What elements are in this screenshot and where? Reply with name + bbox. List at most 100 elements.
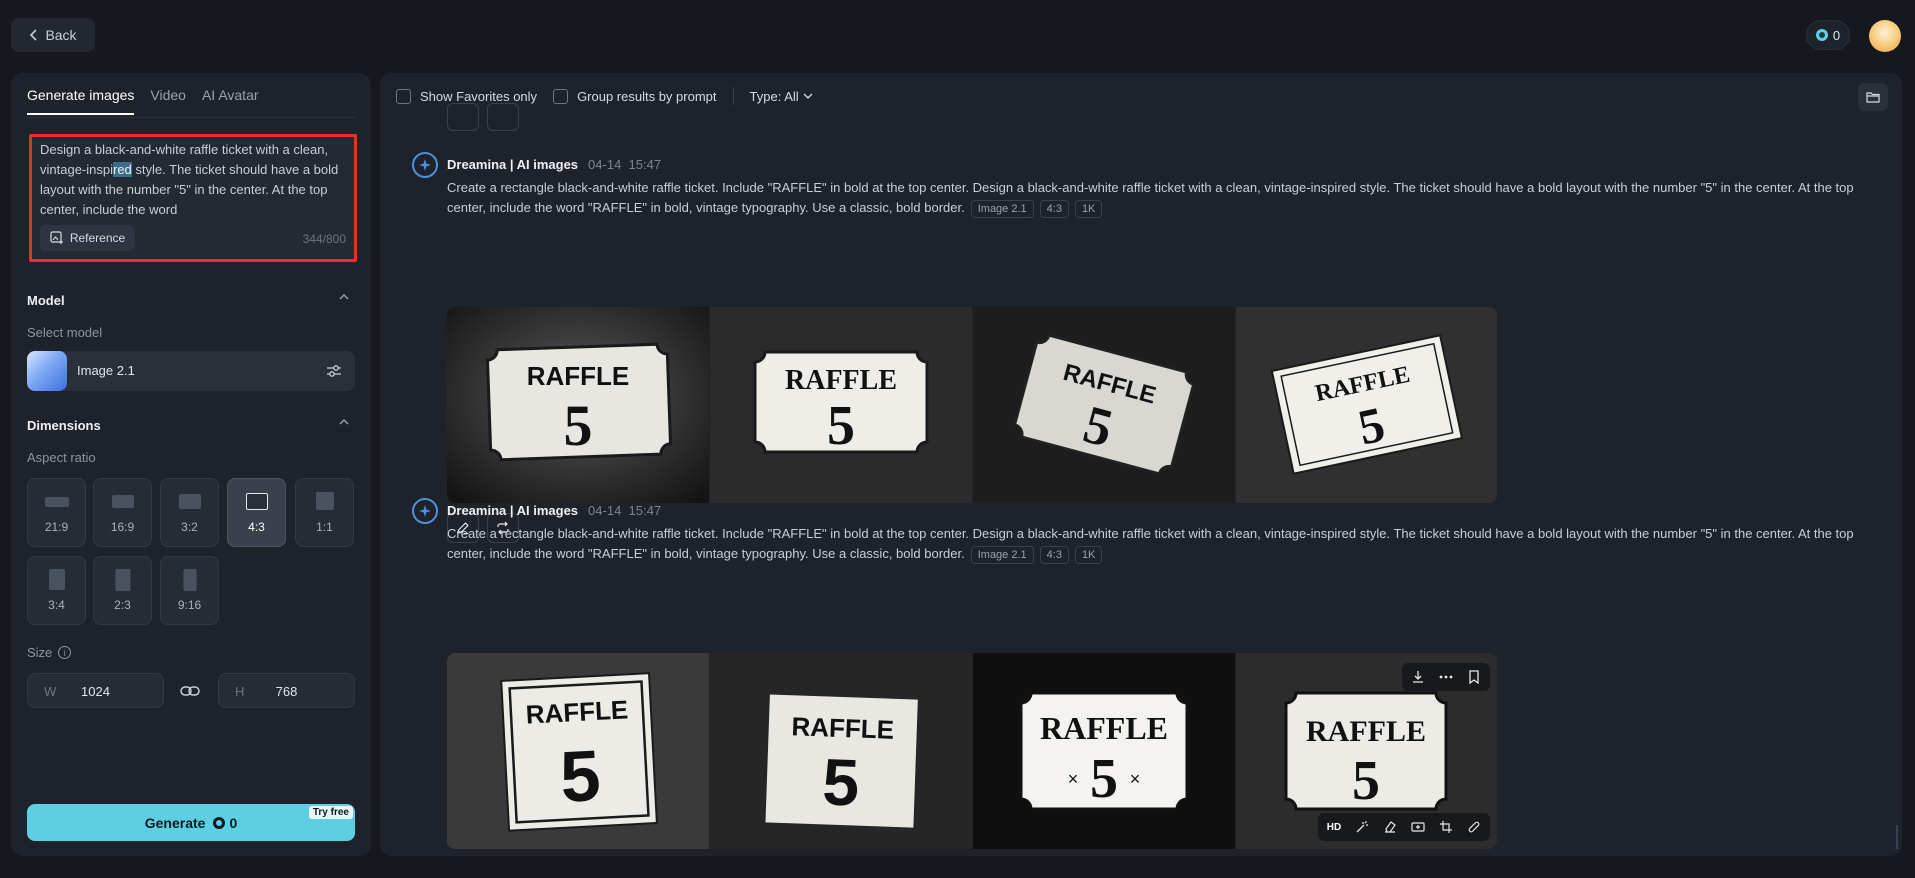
download-icon[interactable] bbox=[1405, 666, 1431, 688]
tag-model[interactable]: Image 2.1 bbox=[970, 546, 1034, 564]
prompt-input[interactable]: Design a black-and-white raffle ticket w… bbox=[29, 134, 357, 262]
generation-sidebar: Generate images Video AI Avatar Design a… bbox=[11, 73, 371, 856]
tag-resolution[interactable]: 1K bbox=[1074, 200, 1103, 218]
reference-label: Reference bbox=[69, 231, 126, 245]
result-image-grid: RAFFLE 5 RAFFLE 5 RAFFLE 5 × × RAFFLE 5 HD bbox=[447, 653, 1497, 849]
tag-ratio[interactable]: 4:3 bbox=[1039, 546, 1069, 564]
divider bbox=[732, 87, 734, 105]
image-tools-toolbar: HD bbox=[1318, 813, 1490, 841]
scrollbar[interactable] bbox=[1896, 825, 1898, 849]
model-select[interactable]: Image 2.1 bbox=[27, 351, 355, 391]
ratio-3-4[interactable]: 3:4 bbox=[27, 556, 86, 625]
type-label: Type: All bbox=[749, 88, 799, 104]
action-button[interactable] bbox=[487, 103, 519, 131]
width-value[interactable]: 1024 bbox=[28, 684, 163, 699]
result-prompt: Create a rectangle black-and-white raffl… bbox=[447, 524, 1887, 564]
checkbox-box bbox=[553, 88, 569, 104]
tab-ai-avatar[interactable]: AI Avatar bbox=[202, 87, 259, 115]
size-label: Size bbox=[27, 645, 53, 660]
folder-button[interactable] bbox=[1858, 83, 1888, 111]
svg-text:5: 5 bbox=[821, 744, 860, 819]
ratio-2-3[interactable]: 2:3 bbox=[93, 556, 152, 625]
tag-resolution[interactable]: 1K bbox=[1074, 546, 1103, 564]
svg-text:5: 5 bbox=[564, 393, 593, 458]
height-field[interactable]: H 768 bbox=[218, 673, 355, 708]
result-image[interactable]: RAFFLE 5 bbox=[710, 307, 972, 503]
credits-badge[interactable]: 0 bbox=[1806, 20, 1850, 50]
tab-video[interactable]: Video bbox=[150, 87, 186, 115]
model-thumbnail bbox=[27, 351, 67, 391]
action-button[interactable] bbox=[447, 103, 479, 131]
svg-text:×: × bbox=[1130, 769, 1141, 789]
tabs-divider bbox=[27, 117, 355, 118]
ratio-shape-9-16 bbox=[183, 569, 196, 591]
credit-coin-icon bbox=[1815, 29, 1828, 41]
svg-text:RAFFLE: RAFFLE bbox=[785, 365, 897, 396]
image-add-icon bbox=[50, 231, 63, 244]
prompt-text[interactable]: Design a black-and-white raffle ticket w… bbox=[40, 140, 340, 226]
result-image[interactable]: RAFFLE 5 bbox=[973, 307, 1235, 503]
result-image[interactable]: RAFFLE 5 × × bbox=[973, 653, 1235, 849]
svg-text:RAFFLE: RAFFLE bbox=[1040, 710, 1168, 746]
svg-text:5: 5 bbox=[827, 395, 855, 457]
model-section-title: Model bbox=[27, 293, 65, 308]
checkbox-box bbox=[396, 88, 411, 104]
ratio-3-2[interactable]: 3:2 bbox=[160, 478, 219, 547]
reference-button[interactable]: Reference bbox=[40, 225, 135, 251]
select-model-label: Select model bbox=[27, 325, 103, 340]
ratio-21-9[interactable]: 21:9 bbox=[27, 478, 86, 547]
ratio-16-9[interactable]: 16:9 bbox=[93, 478, 152, 547]
hd-upscale-button[interactable]: HD bbox=[1321, 816, 1347, 838]
svg-text:5: 5 bbox=[1090, 748, 1118, 810]
result-image[interactable]: RAFFLE 5 bbox=[710, 653, 972, 849]
size-label-row: Size i bbox=[27, 645, 72, 660]
info-icon[interactable]: i bbox=[58, 646, 72, 659]
char-counter: 344/800 bbox=[302, 232, 346, 246]
favorites-checkbox[interactable]: Show Favorites only bbox=[396, 88, 537, 104]
crop-icon[interactable] bbox=[1433, 816, 1459, 838]
group-by-prompt-checkbox[interactable]: Group results by prompt bbox=[553, 88, 717, 104]
try-free-badge: Try free bbox=[308, 806, 353, 819]
sliders-icon[interactable] bbox=[325, 362, 343, 380]
more-icon[interactable] bbox=[1433, 666, 1459, 688]
ratio-1-1[interactable]: 1:1 bbox=[295, 478, 354, 547]
tag-model[interactable]: Image 2.1 bbox=[970, 200, 1034, 218]
type-dropdown[interactable]: Type: All bbox=[750, 89, 813, 104]
ratio-shape-3-2 bbox=[178, 494, 201, 509]
ratio-shape-16-9 bbox=[111, 495, 134, 508]
result-prompt: Create a rectangle black-and-white raffl… bbox=[447, 178, 1887, 218]
user-avatar[interactable] bbox=[1869, 20, 1901, 52]
result-image[interactable]: RAFFLE 5 bbox=[447, 307, 709, 503]
expand-canvas-icon[interactable] bbox=[1405, 816, 1431, 838]
ratio-shape-21-9 bbox=[44, 497, 69, 507]
svg-text:RAFFLE: RAFFLE bbox=[1306, 715, 1426, 748]
eraser-icon[interactable] bbox=[1377, 816, 1403, 838]
result-image[interactable]: RAFFLE 5 bbox=[447, 653, 709, 849]
svg-text:RAFFLE: RAFFLE bbox=[527, 361, 630, 391]
result-image[interactable]: RAFFLE 5 HD bbox=[1236, 653, 1497, 849]
tab-generate-images[interactable]: Generate images bbox=[27, 87, 135, 115]
bookmark-icon[interactable] bbox=[1461, 666, 1487, 688]
previous-actions-row bbox=[447, 103, 519, 131]
chevron-left-icon bbox=[30, 29, 38, 41]
svg-text:RAFFLE: RAFFLE bbox=[525, 694, 629, 729]
mode-tabs: Generate images Video AI Avatar bbox=[27, 87, 259, 115]
magic-wand-icon[interactable] bbox=[1349, 816, 1375, 838]
generate-button[interactable]: Generate 0 Try free bbox=[27, 804, 355, 841]
generate-label: Generate bbox=[144, 814, 206, 831]
height-value[interactable]: 768 bbox=[219, 684, 354, 699]
link-icon[interactable] bbox=[180, 683, 200, 699]
chevron-up-icon[interactable] bbox=[339, 293, 349, 304]
credit-coin-icon bbox=[213, 816, 226, 829]
back-button[interactable]: Back bbox=[11, 18, 95, 52]
model-name: Image 2.1 bbox=[77, 363, 135, 378]
ratio-9-16[interactable]: 9:16 bbox=[160, 556, 219, 625]
tag-ratio[interactable]: 4:3 bbox=[1039, 200, 1069, 218]
result-image[interactable]: RAFFLE 5 bbox=[1236, 307, 1497, 503]
bandage-icon[interactable] bbox=[1461, 816, 1487, 838]
prompt-selection: red bbox=[113, 162, 132, 177]
dimensions-section-title: Dimensions bbox=[27, 418, 101, 433]
width-field[interactable]: W 1024 bbox=[27, 673, 164, 708]
ratio-4-3[interactable]: 4:3 bbox=[227, 478, 286, 547]
chevron-up-icon[interactable] bbox=[339, 418, 349, 429]
